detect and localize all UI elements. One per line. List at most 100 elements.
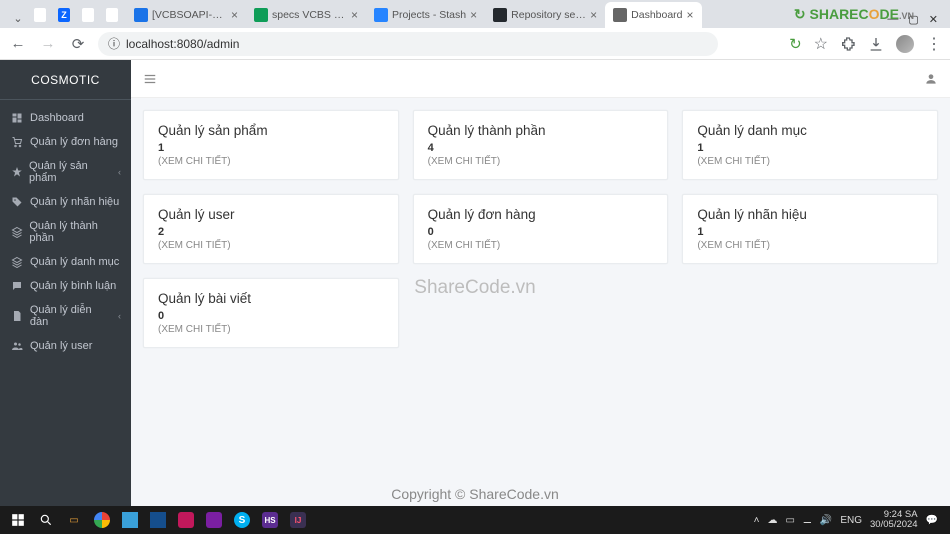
taskbar-app-4[interactable] (200, 506, 228, 534)
tab-favicon (34, 8, 46, 22)
tab-close-icon[interactable]: × (231, 8, 238, 22)
tray-lang[interactable]: ENG (840, 515, 862, 526)
tab-close-icon[interactable]: × (590, 8, 597, 22)
taskbar-app-hs[interactable]: HS (256, 506, 284, 534)
tray-arrow-icon[interactable]: ˄ (754, 515, 760, 526)
card-detail-link[interactable]: (XEM CHI TIẾT) (158, 156, 384, 167)
tray-battery-icon[interactable]: ▭ (785, 515, 794, 526)
browser-address-bar: ← → ⟳ ⓘ localhost:8080/admin ↻ ☆ ⋮ (0, 28, 950, 60)
card-detail-link[interactable]: (XEM CHI TIẾT) (697, 156, 923, 167)
browser-tab[interactable]: Dashboard× (605, 2, 701, 28)
tab-close-icon[interactable]: × (470, 8, 477, 22)
dashboard-card[interactable]: Quản lý nhãn hiệu1(XEM CHI TIẾT) (682, 194, 938, 264)
card-count: 4 (428, 142, 654, 154)
hamburger-icon[interactable] (143, 72, 157, 86)
browser-tab[interactable] (78, 2, 102, 28)
cart-icon (10, 136, 24, 148)
chrome-menu-dropdown[interactable]: ⌄ (8, 8, 28, 28)
tab-favicon (613, 8, 627, 22)
sidebar-item-label: Quản lý danh mục (30, 256, 119, 268)
users-icon (10, 340, 24, 352)
url-text: localhost:8080/admin (126, 37, 239, 51)
tray-volume-icon[interactable]: 🔊 (820, 515, 832, 526)
brand-title[interactable]: COSMOTIC (0, 60, 131, 100)
tab-close-icon[interactable]: × (687, 8, 694, 22)
refresh-extension-icon[interactable]: ↻ (789, 35, 802, 53)
browser-tab[interactable]: M (102, 2, 126, 28)
browser-tab[interactable]: Repository search resu× (485, 2, 605, 28)
sidebar-item[interactable]: Quản lý nhãn hiệu (0, 190, 131, 214)
browser-tab[interactable] (30, 2, 54, 28)
comment-icon (10, 280, 24, 292)
search-button[interactable] (32, 506, 60, 534)
dashboard-card[interactable]: Quản lý bài viết0(XEM CHI TIẾT) (143, 278, 399, 348)
sidebar-item[interactable]: Quản lý bình luận (0, 274, 131, 298)
user-menu-icon[interactable] (924, 72, 938, 86)
sidebar-item[interactable]: Quản lý diễn đàn‹ (0, 298, 131, 334)
profile-avatar[interactable] (896, 35, 914, 53)
sidebar-item[interactable]: Quản lý đơn hàng (0, 130, 131, 154)
sidebar-item[interactable]: Quản lý user (0, 334, 131, 358)
taskbar-app-3[interactable] (172, 506, 200, 534)
url-input[interactable]: ⓘ localhost:8080/admin (98, 32, 718, 56)
taskbar-app-skype[interactable]: S (228, 506, 256, 534)
main-content: Quản lý sản phẩm1(XEM CHI TIẾT)Quản lý t… (131, 60, 950, 506)
card-detail-link[interactable]: (XEM CHI TIẾT) (158, 324, 384, 335)
sharecode-watermark-logo: ↻ SHARECODE.VN (794, 6, 914, 23)
back-button[interactable]: ← (8, 35, 28, 52)
tab-title: specs VCBS - Google T (272, 9, 347, 21)
sidebar-item[interactable]: Quản lý thành phần (0, 214, 131, 250)
card-detail-link[interactable]: (XEM CHI TIẾT) (697, 240, 923, 251)
card-title: Quản lý user (158, 207, 384, 222)
tab-close-icon[interactable]: × (351, 8, 358, 22)
chrome-menu-icon[interactable]: ⋮ (926, 34, 942, 54)
star-icon (10, 166, 23, 178)
topbar (131, 60, 950, 98)
dashboard-card[interactable]: Quản lý sản phẩm1(XEM CHI TIẾT) (143, 110, 399, 180)
dashboard-cards: Quản lý sản phẩm1(XEM CHI TIẾT)Quản lý t… (131, 98, 950, 360)
tray-notifications-icon[interactable]: 💬 (926, 515, 938, 526)
sidebar-item[interactable]: Quản lý sản phẩm‹ (0, 154, 131, 190)
task-view-button[interactable]: ▭ (60, 506, 88, 534)
browser-tab[interactable]: specs VCBS - Google T × (246, 2, 366, 28)
dashboard-card[interactable]: Quản lý thành phần4(XEM CHI TIẾT) (413, 110, 669, 180)
sidebar-item[interactable]: Dashboard (0, 106, 131, 130)
watermark-copyright: Copyright © ShareCode.vn (391, 486, 559, 502)
card-detail-link[interactable]: (XEM CHI TIẾT) (158, 240, 384, 251)
sidebar-item[interactable]: Quản lý danh mục (0, 250, 131, 274)
taskbar-app-2[interactable] (144, 506, 172, 534)
tab-favicon (493, 8, 507, 22)
tray-cloud-icon[interactable]: ☁ (767, 515, 777, 526)
site-info-icon[interactable]: ⓘ (108, 35, 120, 52)
taskbar-app-1[interactable] (116, 506, 144, 534)
taskbar-app-chrome[interactable] (88, 506, 116, 534)
layers-icon (10, 256, 24, 268)
tray-clock[interactable]: 9:24 SA 30/05/2024 (870, 510, 918, 531)
reload-button[interactable]: ⟳ (68, 35, 88, 53)
sidebar-nav: DashboardQuản lý đơn hàngQuản lý sản phẩ… (0, 100, 131, 364)
extensions-icon[interactable] (840, 36, 856, 52)
card-count: 2 (158, 226, 384, 238)
window-close[interactable]: ✕ (929, 13, 938, 26)
card-detail-link[interactable]: (XEM CHI TIẾT) (428, 156, 654, 167)
forward-button[interactable]: → (38, 35, 58, 52)
card-title: Quản lý bài viết (158, 291, 384, 306)
card-title: Quản lý đơn hàng (428, 207, 654, 222)
dashboard-card[interactable]: Quản lý danh mục1(XEM CHI TIẾT) (682, 110, 938, 180)
taskbar-app-ij[interactable]: IJ (284, 506, 312, 534)
browser-tab[interactable]: Projects - Stash× (366, 2, 485, 28)
dash-icon (10, 112, 24, 124)
browser-tab[interactable]: Z (54, 2, 78, 28)
dashboard-card[interactable]: Quản lý đơn hàng0(XEM CHI TIẾT) (413, 194, 669, 264)
browser-tab[interactable]: [VCBSOAPI-271] Store × (126, 2, 246, 28)
bookmark-icon[interactable]: ☆ (814, 34, 828, 54)
tray-wifi-icon[interactable]: ⚊ (803, 515, 812, 526)
card-count: 1 (158, 142, 384, 154)
dashboard-card[interactable]: Quản lý user 2 (XEM CHI TIẾT) (143, 194, 399, 264)
admin-app: COSMOTIC DashboardQuản lý đơn hàngQuản l… (0, 60, 950, 506)
downloads-icon[interactable] (868, 36, 884, 52)
card-detail-link[interactable]: (XEM CHI TIẾT) (428, 240, 654, 251)
tab-favicon (254, 8, 268, 22)
tab-title: [VCBSOAPI-271] Store (152, 9, 227, 21)
start-button[interactable] (4, 506, 32, 534)
